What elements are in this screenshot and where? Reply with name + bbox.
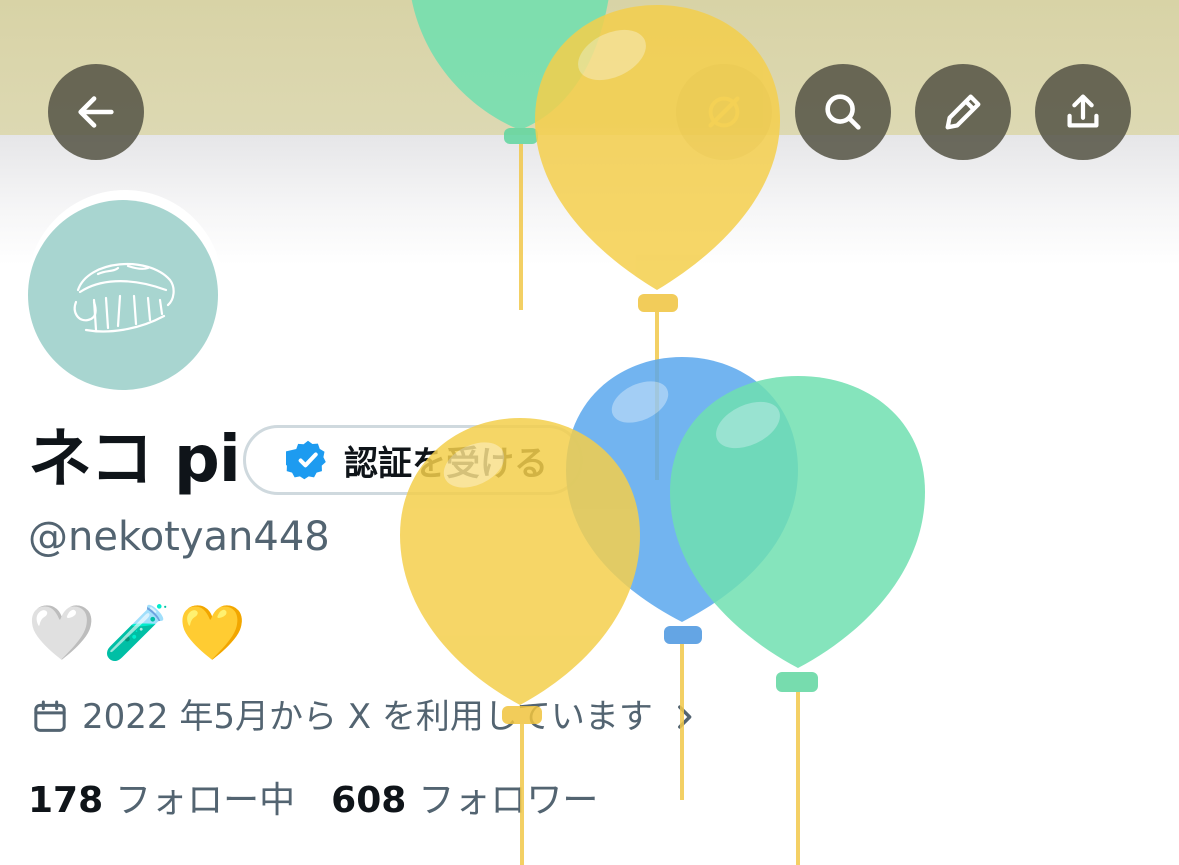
display-name: ネコ pi xyxy=(28,423,241,497)
grok-icon xyxy=(708,96,740,128)
following-count: 178 xyxy=(28,780,104,821)
avatar[interactable] xyxy=(28,200,218,390)
grok-button[interactable] xyxy=(676,64,772,160)
verified-badge-icon xyxy=(286,440,326,480)
followers-count: 608 xyxy=(331,780,407,821)
white-heart-emoji: 🤍 xyxy=(28,601,96,664)
share-button[interactable] xyxy=(1035,64,1131,160)
balloon-green-bottom xyxy=(670,376,925,865)
join-date-text: 2022 年5月から X を利用しています xyxy=(82,697,653,737)
following-link[interactable]: 178 フォロー中 xyxy=(28,774,295,828)
arrow-left-icon xyxy=(78,96,114,128)
search-icon xyxy=(825,94,861,130)
get-verified-button[interactable]: 認証を受ける xyxy=(243,425,583,495)
followers-link[interactable]: 608 フォロワー xyxy=(331,774,598,828)
follow-stats: 178 フォロー中 608 フォロワー xyxy=(28,774,598,828)
username-handle: @nekotyan448 xyxy=(28,514,330,560)
join-date-row[interactable]: 2022 年5月から X を利用しています xyxy=(30,690,701,744)
search-button[interactable] xyxy=(795,64,891,160)
edit-button[interactable] xyxy=(915,64,1011,160)
chevron-right-icon xyxy=(677,705,692,729)
followers-label: フォロワー xyxy=(418,780,599,821)
back-button[interactable] xyxy=(48,64,144,160)
avatar-sketch-image xyxy=(73,262,175,333)
calendar-icon xyxy=(34,700,66,732)
share-icon xyxy=(1067,94,1099,128)
get-verified-label: 認証を受ける xyxy=(344,443,548,484)
pencil-icon xyxy=(945,94,981,130)
following-label: フォロー中 xyxy=(115,780,296,821)
test-tube-emoji: 🧪 xyxy=(103,601,171,664)
yellow-heart-emoji: 💛 xyxy=(178,601,246,664)
bio: 🤍 🧪 💛 xyxy=(28,598,246,668)
